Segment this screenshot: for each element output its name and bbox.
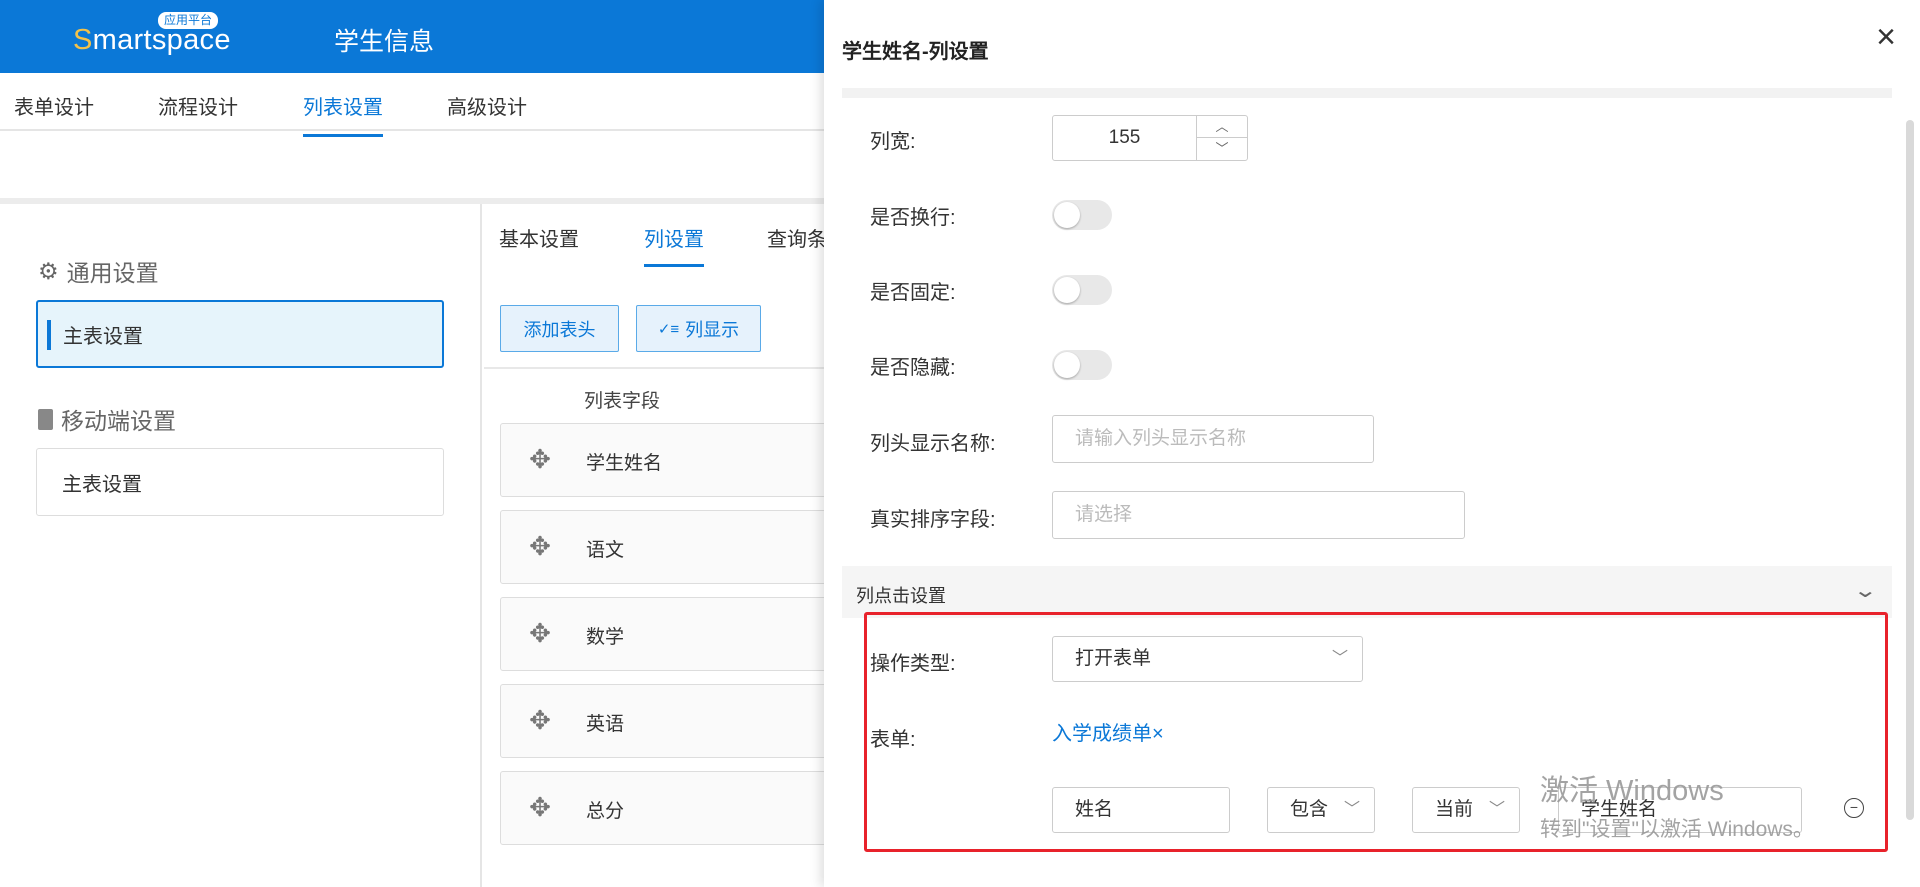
tab-column-settings[interactable]: 列设置: [644, 223, 704, 267]
scrollbar[interactable]: [1906, 120, 1914, 820]
sort-field-select[interactable]: 请选择: [1052, 491, 1465, 539]
condition-field-input[interactable]: 姓名: [1052, 787, 1230, 833]
wrap-label: 是否换行:: [870, 207, 956, 229]
drag-handle-icon[interactable]: ✥: [525, 792, 555, 822]
header-name-label: 列头显示名称:: [870, 433, 996, 455]
tab-advanced-design[interactable]: 高级设计: [447, 91, 527, 134]
drawer-title: 学生姓名-列设置: [842, 41, 989, 63]
field-row[interactable]: ✥ 总分: [500, 771, 830, 845]
condition-operator-select[interactable]: 包含 ﹀: [1267, 787, 1375, 833]
click-settings-header[interactable]: 列点击设置 ⌄: [842, 566, 1892, 618]
hidden-toggle[interactable]: [1052, 350, 1112, 380]
tab-list-settings[interactable]: 列表设置: [303, 91, 383, 137]
condition-field-value: 姓名: [1075, 799, 1114, 820]
drawer-top-strip: [842, 88, 1892, 98]
condition-operator-value: 包含: [1290, 799, 1329, 820]
sort-field-label: 真实排序字段:: [870, 509, 996, 531]
chevron-down-icon[interactable]: ﹀: [1196, 138, 1247, 160]
op-type-select[interactable]: 打开表单 ﹀: [1052, 636, 1363, 682]
drag-handle-icon[interactable]: ✥: [525, 531, 555, 561]
general-settings-header: ⚙ 通用设置: [38, 254, 159, 288]
field-name: 学生姓名: [586, 453, 663, 474]
tablet-icon: [38, 408, 53, 430]
header-name-placeholder: 请输入列头显示名称: [1075, 428, 1247, 449]
nav-item-label: 主表设置: [62, 473, 142, 496]
logo-badge: 应用平台: [158, 12, 219, 29]
chevron-down-icon: ﹀: [1488, 801, 1505, 818]
chevron-down-icon[interactable]: ⌄: [1853, 578, 1878, 603]
add-header-button[interactable]: 添加表头: [500, 305, 619, 352]
remove-icon[interactable]: ×: [1152, 723, 1164, 745]
field-name: 英语: [586, 714, 625, 735]
click-settings-title: 列点击设置: [856, 586, 946, 606]
tab-basic-settings[interactable]: 基本设置: [499, 223, 579, 264]
field-row[interactable]: ✥ 英语: [500, 684, 830, 758]
column-width-stepper[interactable]: 155 ︿ ﹀: [1052, 115, 1248, 161]
drag-handle-icon[interactable]: ✥: [525, 618, 555, 648]
tab-query-conditions[interactable]: 查询条: [767, 223, 827, 264]
field-row[interactable]: ✥ 学生姓名: [500, 423, 830, 497]
fixed-toggle[interactable]: [1052, 275, 1112, 305]
hidden-label: 是否隐藏:: [870, 357, 956, 379]
watermark-line2: 转到"设置"以激活 Windows。: [1540, 818, 1814, 841]
form-label: 表单:: [870, 729, 916, 751]
field-name: 总分: [586, 801, 625, 822]
middle-tab-bar: 基本设置 列设置 查询条: [484, 204, 827, 268]
general-main-table-item[interactable]: 主表设置: [36, 300, 444, 368]
column-display-label: 列显示: [685, 319, 740, 340]
column-display-button[interactable]: ✓≡ 列显示: [636, 305, 761, 352]
mobile-main-table-item[interactable]: 主表设置: [36, 448, 444, 516]
op-type-label: 操作类型:: [870, 653, 956, 675]
tab-flow-design[interactable]: 流程设计: [158, 91, 238, 134]
form-link[interactable]: 入学成绩单: [1052, 723, 1152, 745]
drag-handle-icon[interactable]: ✥: [525, 705, 555, 735]
app-title: 学生信息: [334, 28, 435, 56]
drag-handle-icon[interactable]: ✥: [525, 444, 555, 474]
form-link-tag[interactable]: 入学成绩单×: [1052, 717, 1164, 746]
wrap-toggle[interactable]: [1052, 200, 1112, 230]
sort-field-placeholder: 请选择: [1075, 504, 1133, 525]
condition-scope-select[interactable]: 当前 ﹀: [1412, 787, 1520, 833]
remove-condition-icon[interactable]: −: [1844, 798, 1864, 818]
divider: [484, 367, 824, 369]
list-fields-header: 列表字段: [584, 391, 661, 412]
windows-activation-watermark: 激活 Windows 转到"设置"以激活 Windows。: [1540, 767, 1814, 843]
gear-icon: ⚙: [38, 257, 59, 284]
chevron-down-icon: ﹀: [1331, 650, 1348, 667]
chevron-up-icon[interactable]: ︿: [1196, 116, 1247, 138]
tab-form-design[interactable]: 表单设计: [14, 91, 94, 134]
field-row[interactable]: ✥ 语文: [500, 510, 830, 584]
watermark-line1: 激活 Windows: [1540, 775, 1724, 807]
field-name: 数学: [586, 627, 625, 648]
left-settings-panel: ⚙ 通用设置 主表设置 移动端设置 主表设置: [0, 204, 482, 887]
field-row[interactable]: ✥ 数学: [500, 597, 830, 671]
mobile-settings-header: 移动端设置: [38, 402, 176, 436]
column-width-label: 列宽:: [870, 131, 916, 153]
general-settings-label: 通用设置: [66, 260, 159, 286]
chevron-down-icon: ﹀: [1343, 801, 1360, 818]
column-settings-drawer: 学生姓名-列设置 × 列宽: 155 ︿ ﹀ 是否换行: 是否固定: 是否隐藏:…: [824, 0, 1920, 887]
fixed-label: 是否固定:: [870, 282, 956, 304]
nav-item-label: 主表设置: [63, 325, 143, 348]
close-icon[interactable]: ×: [1872, 20, 1900, 54]
condition-scope-value: 当前: [1435, 799, 1474, 820]
mobile-settings-label: 移动端设置: [61, 408, 176, 434]
column-width-value[interactable]: 155: [1053, 116, 1196, 160]
op-type-value: 打开表单: [1075, 648, 1152, 669]
field-name: 语文: [586, 540, 625, 561]
checklist-icon: ✓≡: [657, 320, 680, 338]
header-name-input[interactable]: 请输入列头显示名称: [1052, 415, 1374, 463]
